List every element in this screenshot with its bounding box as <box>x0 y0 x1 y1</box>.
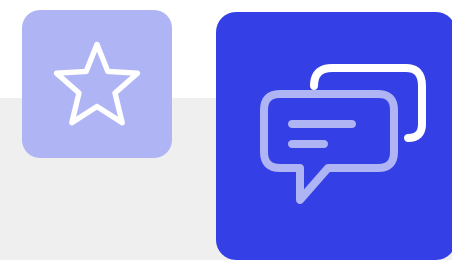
star-tile[interactable] <box>22 10 172 158</box>
chat-bubbles-icon <box>260 64 426 204</box>
star-icon <box>53 41 141 126</box>
chat-tile[interactable] <box>216 12 452 260</box>
